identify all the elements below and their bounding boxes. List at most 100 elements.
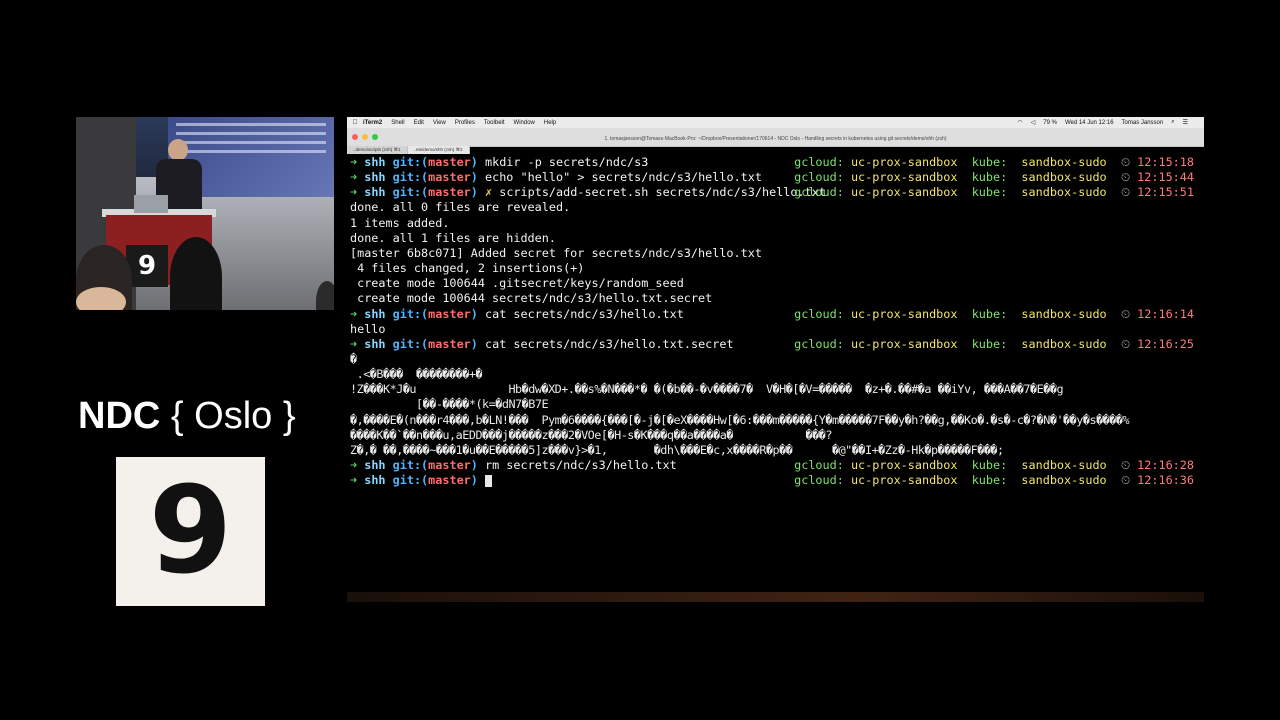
audience-member [316, 281, 334, 310]
menu-window[interactable]: Window [514, 120, 535, 126]
gcloud-label: gcloud: [794, 170, 851, 185]
speaker-camera-feed: 9 [76, 117, 334, 310]
audience-member [170, 237, 222, 310]
terminal-output-line: [master 6b8c071] Added secret for secret… [350, 246, 1200, 261]
gcloud-context: uc-prox-sandbox [850, 336, 972, 351]
stage-reflection [347, 592, 1204, 602]
clock-icon: ⏲ [1120, 155, 1138, 169]
gcloud-context: uc-prox-sandbox [850, 185, 972, 200]
menu-app-name[interactable]: iTerm2 [363, 120, 382, 126]
gcloud-label: gcloud: [794, 155, 851, 169]
terminal-output-line: 1 items added. [350, 216, 1200, 231]
camera-room-sign: 9 [126, 245, 168, 287]
menu-toolbelt[interactable]: Toolbelt [484, 120, 505, 126]
menu-edit[interactable]: Edit [414, 120, 424, 126]
prompt-git-prefix: git:( [392, 155, 429, 169]
command-timestamp: 12:16:28 [1137, 458, 1194, 472]
tab-scripts[interactable]: ..demo/scripts (zsh) ⌘1 [347, 146, 408, 154]
logo-brand: NDC [78, 395, 161, 437]
kube-label: kube: [971, 336, 1022, 351]
prompt-arrow-icon: ➜ [350, 336, 365, 351]
terminal-output-line: !Z���K*J�u Hb�dw�XD+.��s%�N���*� �(�b��-… [350, 382, 1200, 397]
clock-icon: ⏲ [1120, 306, 1138, 321]
menubar-user[interactable]: Tomas Jansson [1122, 120, 1164, 126]
gcloud-label: gcloud: [794, 473, 851, 488]
gcloud-context: uc-prox-sandbox [850, 306, 972, 321]
gcloud-context: uc-prox-sandbox [850, 473, 972, 488]
gcloud-label: gcloud: [794, 306, 851, 321]
terminal-prompt-line: ➜ shh git:(master) cat secrets/ndc/s3/he… [350, 337, 1200, 352]
prompt-git-suffix: ) [470, 473, 485, 488]
kube-label: kube: [971, 155, 1022, 169]
gcloud-label: gcloud: [794, 458, 851, 472]
kube-context: sandbox-sudo [1021, 170, 1121, 185]
wifi-icon[interactable]: ◠ [1017, 119, 1022, 126]
terminal-output[interactable]: ➜ shh git:(master) mkdir -p secrets/ndc/… [347, 155, 1204, 599]
prompt-git-prefix: git:( [392, 306, 429, 321]
gcloud-context: uc-prox-sandbox [850, 458, 972, 472]
prompt-git-suffix: ) [470, 170, 485, 185]
menu-help[interactable]: Help [544, 120, 556, 126]
kube-label: kube: [971, 473, 1022, 488]
output-text: !Z���K*J�u Hb�dw�XD+.��s%�N���*� �(�b��-… [350, 382, 1064, 397]
command-text: cat secrets/ndc/s3/hello.txt.secret [485, 336, 734, 351]
terminal-output-line: Z�,� ��,����~���1�u��E�����5]z���v}>�1, … [350, 443, 1200, 458]
kube-context: sandbox-sudo [1021, 336, 1121, 351]
menu-view[interactable]: View [433, 120, 446, 126]
iterm-tab-bar: ..demo/scripts (zsh) ⌘1 ..ets/demo/shh (… [347, 146, 1204, 154]
terminal-output-line: done. all 0 files are revealed. [350, 200, 1200, 215]
prompt-git-suffix: ) [470, 155, 485, 169]
prompt-git-branch: master [428, 458, 471, 472]
terminal-prompt-line: ➜ shh git:(master) cat secrets/ndc/s3/he… [350, 307, 1200, 322]
terminal-output-line: [��-����*(k=�dN7�B7E [350, 397, 1200, 412]
command-timestamp: 12:16:14 [1137, 306, 1194, 321]
kube-label: kube: [971, 185, 1022, 200]
prompt-git-prefix: git:( [392, 458, 429, 472]
prompt-git-prefix: git:( [392, 170, 429, 185]
prompt-git-branch: master [428, 155, 471, 169]
output-text: �,����E�(n���r4���,b�LN!��� Pym�6����{��… [350, 412, 1130, 427]
prompt-git-branch: master [428, 306, 471, 321]
clock-icon: ⏲ [1120, 473, 1138, 488]
menubar-clock[interactable]: Wed 14 Jun 12:16 [1065, 120, 1114, 126]
terminal-output-line: done. all 1 files are hidden. [350, 231, 1200, 246]
kube-context: sandbox-sudo [1021, 458, 1121, 472]
menubar-status-area: ◠ ◁ 79 % Wed 14 Jun 12:16 Tomas Jansson … [1017, 117, 1188, 128]
apple-icon[interactable]:  [347, 119, 363, 126]
prompt-git-branch: master [428, 185, 471, 200]
prompt-directory: shh [364, 336, 393, 351]
prompt-directory: shh [364, 473, 393, 488]
kube-context: sandbox-sudo [1021, 155, 1121, 169]
menu-shell[interactable]: Shell [391, 120, 404, 126]
list-icon[interactable]: ☰ [1183, 119, 1188, 126]
output-text: hello [350, 321, 386, 336]
kube-label: kube: [971, 306, 1022, 321]
volume-icon[interactable]: ◁ [1031, 119, 1036, 126]
right-prompt: gcloud: uc-prox-sandbox kube: sandbox-su… [794, 170, 1194, 185]
prompt-arrow-icon: ➜ [350, 185, 365, 200]
command-timestamp: 12:15:44 [1137, 170, 1194, 185]
logo-city: { Oslo } [170, 395, 296, 437]
terminal-output-line: .<�B��� ��������+� [350, 367, 1200, 382]
iterm-titlebar: 1. tomasjansson@Tomass-MacBook-Pro: ~/Dr… [347, 128, 1204, 147]
search-icon[interactable]: ⌕ [1171, 119, 1174, 126]
command-text: mkdir -p secrets/ndc/s3 [485, 155, 649, 169]
kube-label: kube: [971, 170, 1022, 185]
audience-member [76, 287, 126, 310]
clock-icon: ⏲ [1120, 336, 1138, 351]
battery-indicator[interactable]: 79 % [1043, 120, 1057, 126]
kube-context: sandbox-sudo [1021, 306, 1121, 321]
terminal-output-line: �,����E�(n���r4���,b�LN!��� Pym�6����{��… [350, 413, 1200, 428]
menu-profiles[interactable]: Profiles [455, 120, 475, 126]
right-prompt: gcloud: uc-prox-sandbox kube: sandbox-su… [794, 337, 1194, 352]
prompt-arrow-icon: ➜ [350, 155, 365, 169]
right-prompt: gcloud: uc-prox-sandbox kube: sandbox-su… [794, 307, 1194, 322]
command-text: echo "hello" > secrets/ndc/s3/hello.txt [485, 170, 762, 185]
output-text: create mode 100644 secrets/ndc/s3/hello.… [350, 291, 713, 306]
prompt-directory: shh [364, 458, 393, 472]
prompt-git-prefix: git:( [392, 185, 429, 200]
output-text: ����K��`��n���u,aEDD���j�����z���2�VOe[�… [350, 427, 832, 442]
command-text: scripts/add-secret.sh secrets/ndc/s3/hel… [499, 185, 826, 200]
macos-menubar:  iTerm2 Shell Edit View Profiles Toolbe… [347, 117, 1204, 128]
tab-shh[interactable]: ..ets/demo/shh (zsh) ⌘2 [407, 146, 470, 154]
